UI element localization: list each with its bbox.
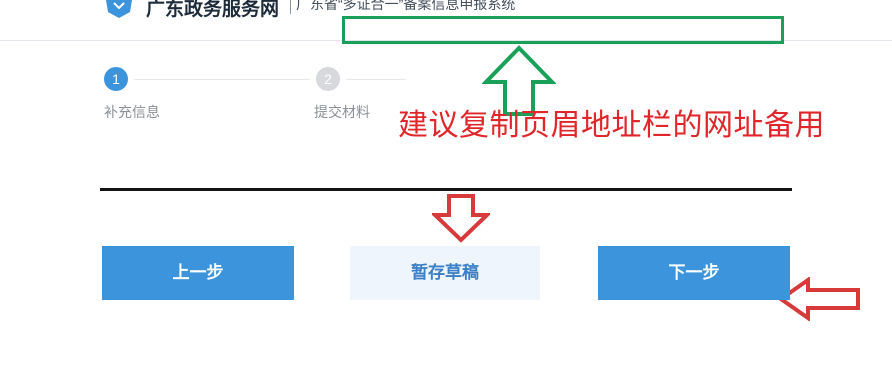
step-2-indicator: 2	[316, 67, 340, 91]
site-name: 广东政务服务网	[146, 0, 280, 20]
annotation-note: 建议复制页眉地址栏的网址备用	[398, 109, 825, 142]
next-step-button[interactable]: 下一步	[598, 246, 790, 300]
form-divider	[100, 188, 792, 191]
step-1-indicator: 1	[104, 67, 128, 91]
down-arrow-icon	[432, 194, 490, 243]
step-1-label: 补充信息	[104, 104, 160, 120]
header-separator	[290, 0, 291, 14]
previous-step-button[interactable]: 上一步	[102, 246, 294, 300]
step-2-label: 提交材料	[314, 104, 370, 120]
system-name: 广东省“多证合一”备案信息申报系统	[296, 0, 516, 12]
address-bar-highlight	[342, 16, 784, 44]
logo-icon	[106, 0, 132, 18]
save-draft-button[interactable]: 暂存草稿	[350, 246, 540, 300]
step-connector	[346, 79, 406, 80]
left-arrow-icon	[778, 277, 860, 321]
step-connector	[134, 79, 310, 80]
